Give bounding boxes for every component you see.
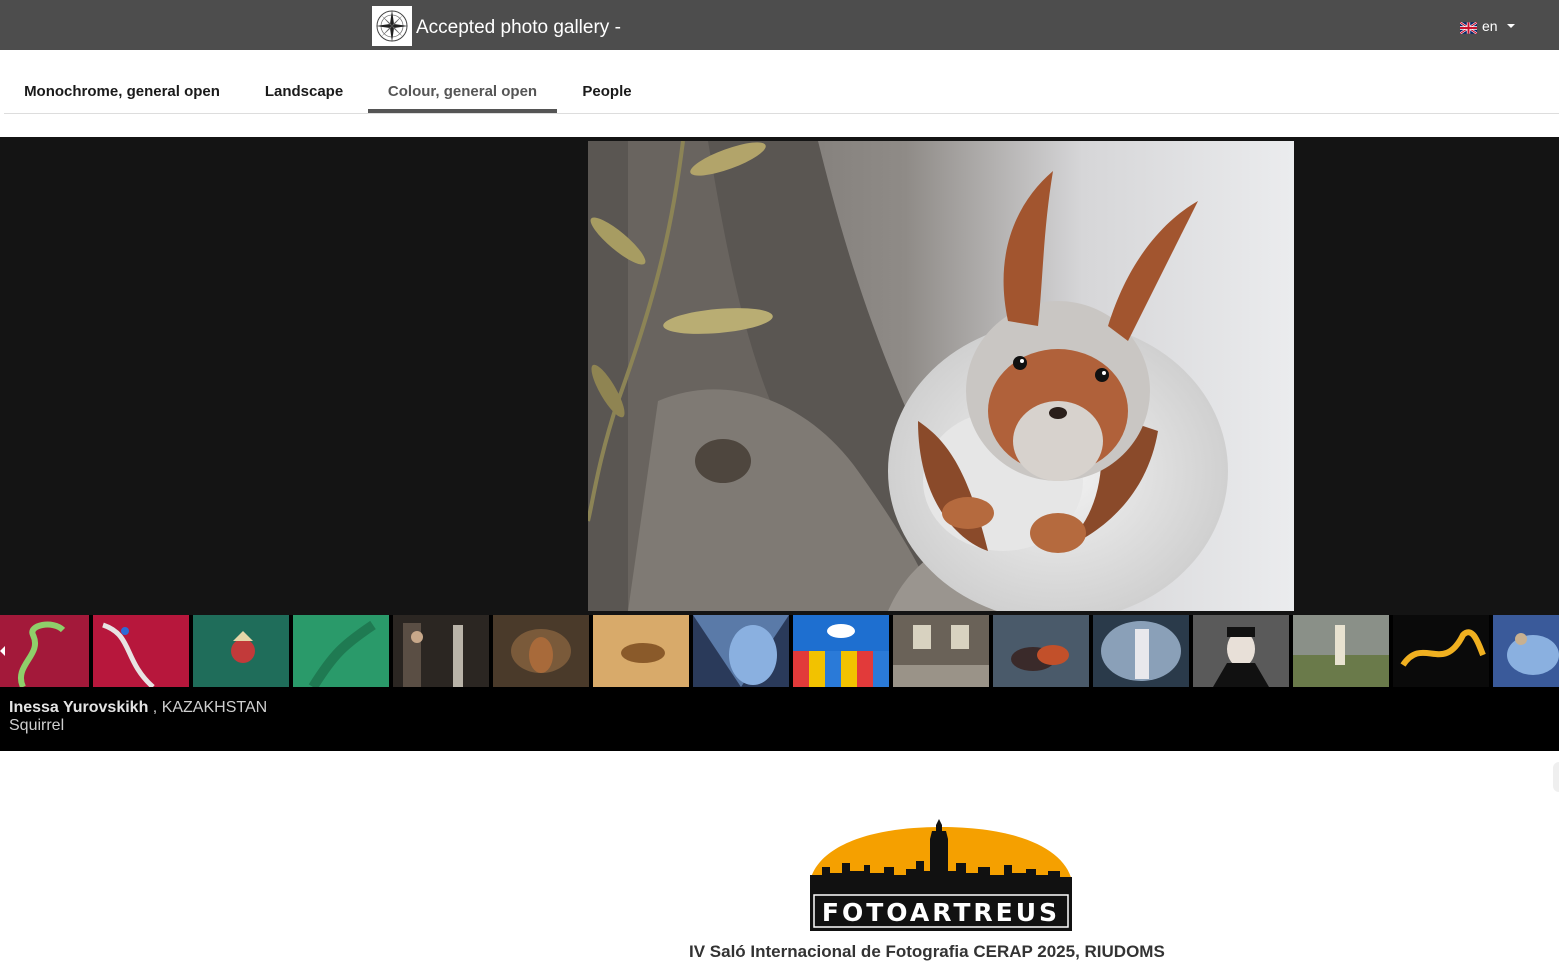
caret-down-icon xyxy=(1506,24,1515,28)
thumbnail[interactable] xyxy=(1493,615,1559,687)
fotoartreus-logo: FOTOARTREUS xyxy=(808,817,1074,931)
photo-caption: Inessa Yurovskikh , KAZAKHSTAN Squirrel xyxy=(0,687,1559,751)
uk-flag-icon xyxy=(1459,20,1478,35)
thumbnail[interactable] xyxy=(693,615,789,687)
thumbnail[interactable] xyxy=(993,615,1089,687)
main-photo[interactable] xyxy=(588,141,1294,611)
tab-people[interactable]: People xyxy=(557,70,657,113)
photo-author: Inessa Yurovskikh xyxy=(9,699,149,716)
thumbnail[interactable] xyxy=(893,615,989,687)
top-navbar: Accepted photo gallery - en xyxy=(0,0,1559,50)
logo-text: FOTOARTREUS xyxy=(822,898,1060,927)
tab-monochrome-general-open[interactable]: Monochrome, general open xyxy=(4,70,240,113)
page-title[interactable]: Accepted photo gallery - xyxy=(416,17,621,39)
language-dropdown[interactable]: en xyxy=(1459,17,1515,35)
floating-scroll-handle[interactable] xyxy=(1553,762,1559,792)
thumbnail-strip[interactable] xyxy=(0,615,1559,687)
salon-title: IV Saló Internacional de Fotografia CERA… xyxy=(689,942,1165,961)
thumbnail[interactable] xyxy=(293,615,389,687)
category-tabs: Monochrome, general open Landscape Colou… xyxy=(4,70,1559,114)
thumbnail[interactable] xyxy=(1393,615,1489,687)
thumbnail[interactable] xyxy=(1093,615,1189,687)
thumbnail[interactable] xyxy=(1193,615,1289,687)
caption-separator: , xyxy=(148,699,162,716)
thumbnail[interactable] xyxy=(493,615,589,687)
thumbnail[interactable] xyxy=(593,615,689,687)
thumbnail[interactable] xyxy=(793,615,889,687)
scroll-left-icon[interactable] xyxy=(0,646,5,656)
caption-author-line: Inessa Yurovskikh , KAZAKHSTAN xyxy=(9,699,267,717)
compass-logo-icon[interactable] xyxy=(372,6,412,46)
thumbnail[interactable] xyxy=(1293,615,1389,687)
photo-viewer xyxy=(0,137,1559,615)
language-label: en xyxy=(1482,18,1498,34)
photo-title: Squirrel xyxy=(9,717,65,734)
thumbnail[interactable] xyxy=(0,615,89,687)
tab-colour-general-open[interactable]: Colour, general open xyxy=(368,70,557,113)
thumbnail[interactable] xyxy=(193,615,289,687)
tab-landscape[interactable]: Landscape xyxy=(240,70,368,113)
thumbnail[interactable] xyxy=(93,615,189,687)
thumbnail[interactable] xyxy=(393,615,489,687)
photo-country: KAZAKHSTAN xyxy=(161,699,268,716)
